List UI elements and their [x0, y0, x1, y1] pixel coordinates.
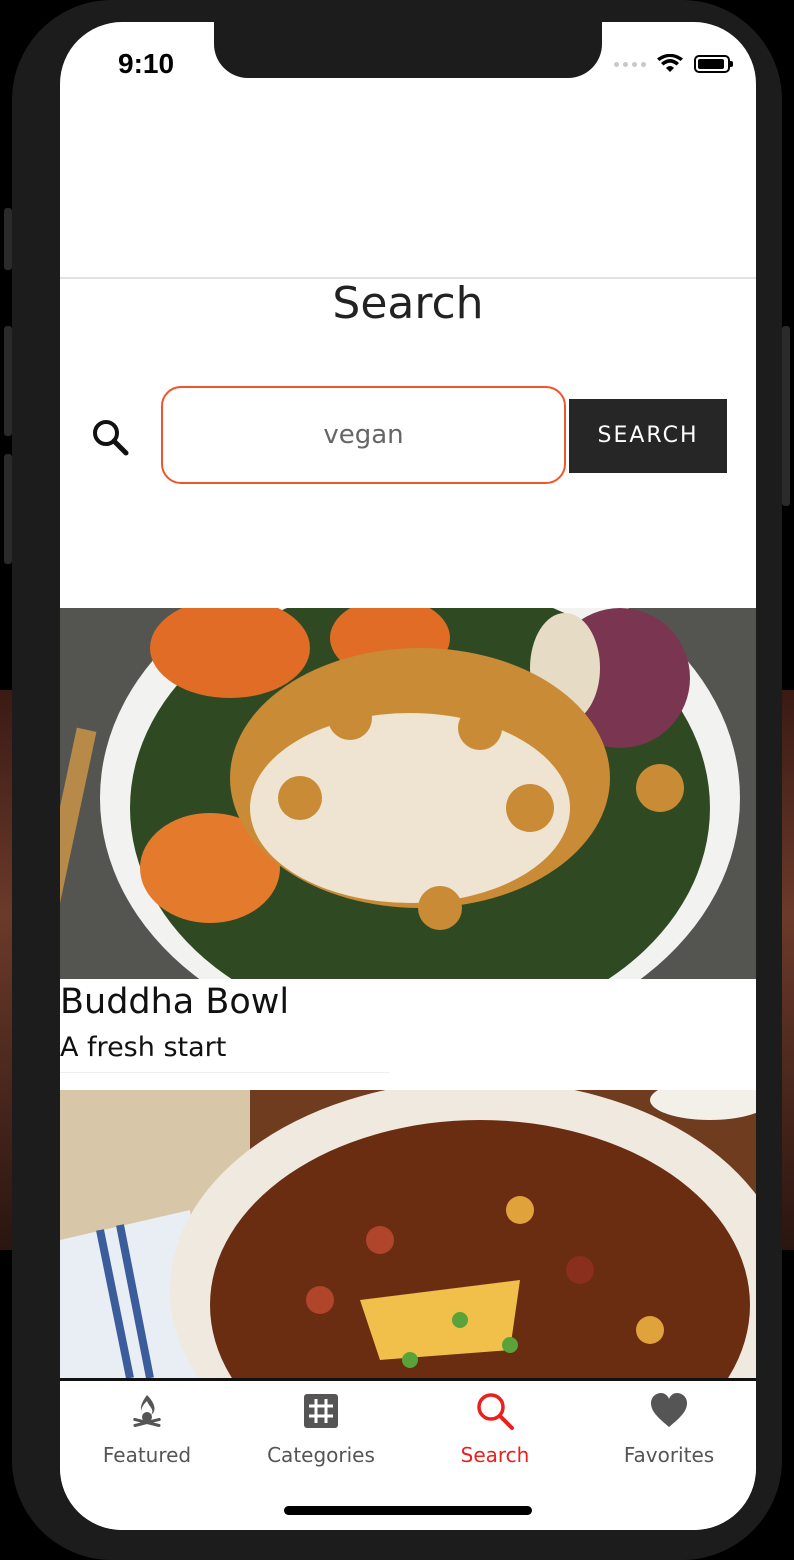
cellular-signal-icon — [614, 61, 646, 67]
result-subtitle: A fresh start — [60, 1032, 227, 1063]
status-icons — [614, 54, 733, 74]
wifi-icon — [657, 54, 683, 72]
app-screen: 9:10 Search vegan SEARCH Buddha Bowl A f… — [60, 22, 756, 1530]
tab-label: Search — [460, 1443, 530, 1467]
result-title[interactable]: Buddha Bowl — [60, 982, 289, 1022]
search-icon — [90, 417, 130, 457]
heart-icon — [651, 1393, 687, 1427]
tab-label: Featured — [102, 1443, 192, 1467]
status-time: 9:10 — [118, 48, 175, 79]
grid-icon — [304, 1394, 338, 1428]
phone-frame: 9:10 Search vegan SEARCH Buddha Bowl A f… — [4, 0, 790, 1560]
search-button[interactable]: SEARCH — [569, 399, 727, 473]
volume-down-button — [4, 454, 12, 564]
campfire-icon — [133, 1395, 161, 1428]
search-input[interactable]: vegan — [161, 386, 566, 484]
search-icon — [477, 1393, 514, 1430]
result-image-chili[interactable] — [60, 1090, 756, 1378]
tab-label: Categories — [267, 1443, 375, 1467]
tab-search[interactable]: Search — [408, 1381, 582, 1481]
card-divider — [60, 1072, 390, 1073]
result-image-buddha-bowl[interactable] — [60, 608, 756, 979]
power-button — [782, 326, 790, 506]
page-title: Search — [332, 278, 484, 329]
home-indicator — [284, 1506, 532, 1515]
volume-up-button — [4, 326, 12, 436]
notch — [214, 22, 602, 78]
tab-favorites[interactable]: Favorites — [582, 1381, 756, 1481]
tab-categories[interactable]: Categories — [234, 1381, 408, 1481]
battery-icon — [694, 55, 733, 73]
tab-featured[interactable]: Featured — [60, 1381, 234, 1481]
mute-switch — [4, 208, 12, 270]
tab-label: Favorites — [623, 1443, 715, 1467]
